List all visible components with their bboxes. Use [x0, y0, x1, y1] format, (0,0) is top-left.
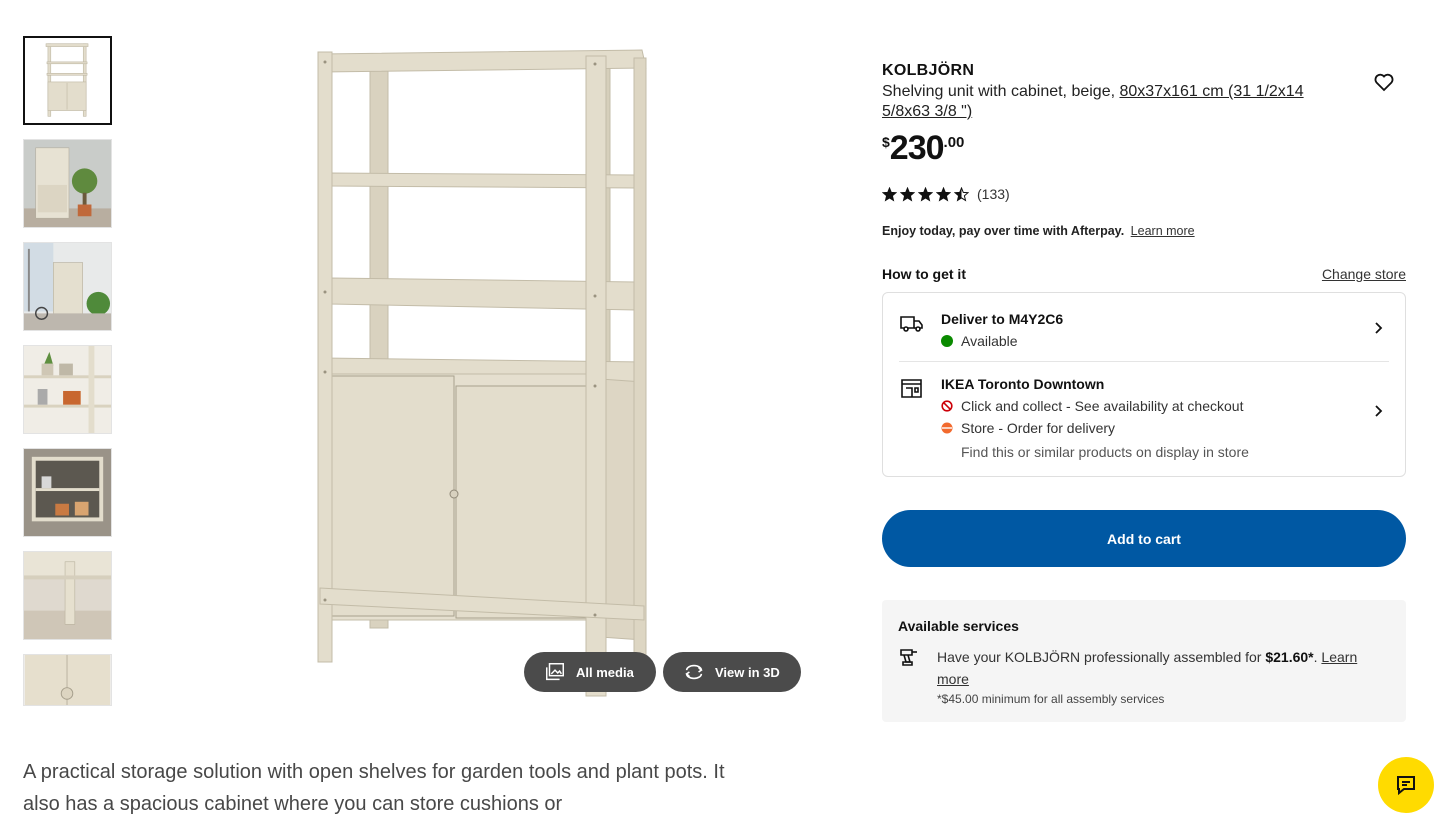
product-info-panel: KOLBJÖRN Shelving unit with cabinet, bei…	[882, 62, 1406, 722]
thumbnail-detail-cabinet-open[interactable]	[23, 448, 112, 537]
star-icon	[900, 186, 915, 201]
click-collect-status: Click and collect - See availability at …	[941, 398, 1249, 414]
add-to-cart-button[interactable]: Add to cart	[882, 510, 1406, 567]
star-icon	[954, 186, 969, 201]
display-note: Find this or similar products on display…	[961, 444, 1249, 460]
afterpay-learn-more-link[interactable]: Learn more	[1131, 224, 1195, 238]
star-icon	[918, 186, 933, 201]
assembly-service: Have your KOLBJÖRN professionally assemb…	[898, 646, 1390, 706]
drill-icon	[900, 649, 917, 666]
truck-icon	[900, 316, 923, 332]
product-price: $ 230 .00	[882, 130, 1406, 166]
services-title: Available services	[898, 618, 1019, 634]
all-media-button[interactable]: All media	[524, 652, 656, 692]
chat-icon	[1397, 776, 1415, 796]
delivery-title: Deliver to M4Y2C6	[941, 311, 1064, 327]
chat-button[interactable]	[1378, 757, 1434, 813]
price-decimal: .00	[943, 134, 965, 151]
available-status-dot	[941, 335, 953, 347]
assembly-text: Have your KOLBJÖRN professionally assemb…	[937, 646, 1390, 690]
available-services: Available services Have your KOLBJÖRN pr…	[882, 600, 1406, 722]
thumbnail-detail-plants[interactable]	[23, 345, 112, 434]
product-type-text: Shelving unit with cabinet, beige,	[882, 83, 1120, 100]
view-in-3d-label: View in 3D	[715, 664, 780, 680]
product-name: KOLBJÖRN	[882, 62, 975, 79]
thumbnail-list	[23, 36, 113, 720]
change-store-link[interactable]: Change store	[1322, 266, 1406, 282]
price-currency: $	[882, 134, 890, 150]
thumbnail-lifestyle-garden[interactable]	[23, 139, 112, 228]
gallery-icon	[546, 663, 564, 681]
afterpay-text: Enjoy today, pay over time with Afterpay…	[882, 224, 1125, 238]
click-collect-text: Click and collect - See availability at …	[961, 398, 1244, 414]
delivery-status-text: Available	[961, 333, 1018, 349]
thumbnail-detail-legs[interactable]	[23, 551, 112, 640]
chevron-right-icon	[1375, 405, 1383, 417]
price-integer: 230	[889, 129, 945, 167]
thumbnail-detail-knob[interactable]	[23, 654, 112, 706]
product-description: A practical storage solution with open s…	[23, 761, 725, 815]
store-title: IKEA Toronto Downtown	[941, 376, 1105, 392]
rotate-3d-icon	[685, 664, 703, 680]
store-icon	[901, 379, 922, 398]
unavailable-icon	[941, 400, 953, 412]
store-order-text: Store - Order for delivery	[961, 420, 1116, 436]
assembly-text-prefix: Have your KOLBJÖRN professionally assemb…	[937, 649, 1266, 665]
assembly-price: $21.60*	[1265, 649, 1314, 665]
all-media-label: All media	[576, 664, 634, 680]
thumbnail-lifestyle-balcony[interactable]	[23, 242, 112, 331]
view-in-3d-button[interactable]: View in 3D	[663, 652, 801, 692]
main-product-image[interactable]	[300, 40, 670, 710]
product-rating[interactable]: (133)	[882, 186, 1406, 202]
assembly-minimum-note: *$45.00 minimum for all assembly service…	[937, 692, 1165, 706]
fulfillment-options: Deliver to M4Y2C6 Available IKEA Toronto…	[882, 292, 1406, 477]
delivery-option[interactable]: Deliver to M4Y2C6 Available	[899, 293, 1389, 361]
partial-availability-icon	[941, 422, 953, 434]
product-subtitle: Shelving unit with cabinet, beige, 80x37…	[882, 82, 1327, 122]
star-icon	[882, 186, 897, 201]
review-count: (133)	[977, 186, 1010, 202]
store-order-status: Store - Order for delivery	[941, 420, 1249, 436]
how-to-get-title: How to get it	[882, 266, 966, 282]
store-option[interactable]: IKEA Toronto Downtown Click and collect …	[899, 361, 1389, 476]
delivery-status: Available	[941, 333, 1063, 349]
afterpay-message: Enjoy today, pay over time with Afterpay…	[882, 224, 1406, 238]
chevron-right-icon	[1375, 322, 1383, 334]
how-to-get-header: How to get it Change store	[882, 266, 1406, 282]
rating-stars	[882, 186, 969, 202]
star-icon	[936, 186, 951, 201]
thumbnail-product-front[interactable]	[23, 36, 112, 125]
heart-icon[interactable]	[1372, 70, 1396, 94]
